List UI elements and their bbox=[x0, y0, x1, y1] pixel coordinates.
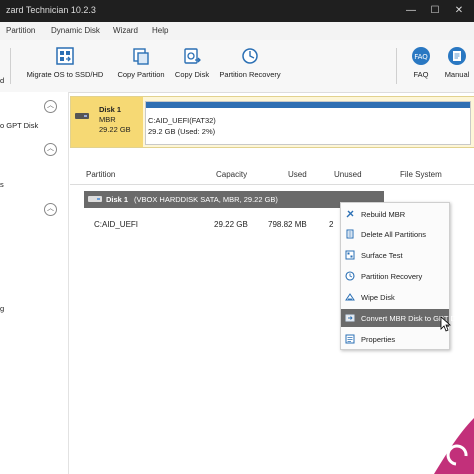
disk-map-partition[interactable]: C:AID_UEFI(FAT32) 29.2 GB (Used: 2%) bbox=[145, 101, 471, 145]
hard-disk-icon bbox=[88, 196, 102, 202]
toolbar: d Migrate OS to SSD/HD Copy Partition Co… bbox=[0, 40, 474, 93]
partition-usage-bar bbox=[146, 102, 470, 108]
menu-item-convert-mbr-to-gpt[interactable]: Convert MBR Disk to GPT Disk bbox=[341, 309, 465, 327]
menu-dynamic-disk[interactable]: Dynamic Disk bbox=[51, 26, 100, 35]
partition-recovery-label: Partition Recovery bbox=[219, 70, 281, 79]
copy-partition-label: Copy Partition bbox=[117, 70, 165, 79]
rebuild-mbr-icon bbox=[346, 210, 354, 218]
delete-partitions-icon bbox=[346, 229, 354, 239]
column-header-used[interactable]: Used bbox=[288, 170, 307, 179]
menu-wizard[interactable]: Wizard bbox=[113, 26, 138, 35]
migrate-os-button[interactable]: Migrate OS to SSD/HD bbox=[22, 46, 108, 88]
menu-partition[interactable]: Partition bbox=[6, 26, 35, 35]
column-header-file-system[interactable]: File System bbox=[400, 170, 442, 179]
sidebar: ︿ o GPT Disk ︿ s ︿ g bbox=[0, 92, 69, 474]
menu-item-label: Surface Test bbox=[361, 251, 403, 260]
disk-map-disk-info[interactable]: Disk 1 MBR 29.22 GB bbox=[71, 97, 143, 147]
menu-item-properties[interactable]: Properties bbox=[341, 330, 449, 348]
mouse-cursor-icon bbox=[440, 316, 452, 332]
manual-label: Manual bbox=[444, 70, 470, 79]
migrate-os-icon bbox=[56, 47, 74, 65]
row-capacity: 29.22 GB bbox=[214, 220, 248, 229]
menu-item-partition-recovery[interactable]: Partition Recovery bbox=[341, 267, 449, 285]
row-used: 798.82 MB bbox=[268, 220, 307, 229]
copy-disk-icon bbox=[184, 48, 201, 64]
menu-item-label: Partition Recovery bbox=[361, 272, 423, 281]
svg-text:FAQ: FAQ bbox=[414, 53, 428, 61]
menu-bar: Partition Dynamic Disk Wizard Help bbox=[0, 22, 474, 41]
column-header-partition[interactable]: Partition bbox=[86, 170, 115, 179]
header-divider bbox=[70, 184, 474, 185]
menu-item-wipe-disk[interactable]: Wipe Disk bbox=[341, 288, 449, 306]
copy-partition-icon bbox=[133, 48, 149, 65]
disk-map-partition-detail: 29.2 GB (Used: 2%) bbox=[148, 127, 216, 136]
faq-label: FAQ bbox=[413, 70, 429, 79]
convert-disk-icon bbox=[345, 314, 355, 322]
column-header-capacity[interactable]: Capacity bbox=[216, 170, 247, 179]
faq-button[interactable]: FAQ FAQ bbox=[404, 46, 438, 88]
disk-map-partition-label: C:AID_UEFI(FAT32) bbox=[148, 116, 216, 125]
collapse-chevron-icon[interactable]: ︿ bbox=[44, 100, 57, 113]
copy-partition-button[interactable]: Copy Partition bbox=[112, 46, 170, 88]
close-button[interactable]: ✕ bbox=[450, 2, 468, 20]
partition-recovery-icon bbox=[242, 48, 258, 64]
column-header-unused[interactable]: Unused bbox=[334, 170, 362, 179]
corner-logo-icon bbox=[434, 418, 474, 474]
window-title: zard Technician 10.2.3 bbox=[6, 5, 96, 15]
menu-item-rebuild-mbr[interactable]: Rebuild MBR bbox=[341, 205, 449, 223]
sidebar-fragment-s: s bbox=[0, 180, 4, 189]
disk-map[interactable]: Disk 1 MBR 29.22 GB C:AID_UEFI(FAT32) 29… bbox=[70, 96, 474, 148]
properties-icon bbox=[345, 334, 355, 344]
toolbar-divider bbox=[10, 48, 11, 84]
menu-item-label: Rebuild MBR bbox=[361, 210, 406, 219]
disk-row-name: Disk 1 bbox=[106, 195, 129, 204]
copy-disk-button[interactable]: Copy Disk bbox=[172, 46, 212, 88]
faq-icon: FAQ bbox=[412, 47, 430, 65]
maximize-button[interactable]: ☐ bbox=[426, 2, 444, 20]
menu-item-label: Properties bbox=[361, 335, 396, 344]
sidebar-item-convert-gpt[interactable]: o GPT Disk bbox=[0, 121, 38, 130]
menu-help[interactable]: Help bbox=[152, 26, 168, 35]
title-bar: zard Technician 10.2.3 — ☐ ✕ bbox=[0, 0, 474, 22]
minimize-button[interactable]: — bbox=[402, 2, 420, 20]
manual-button[interactable]: Manual bbox=[440, 46, 474, 88]
menu-item-label: Wipe Disk bbox=[361, 293, 395, 302]
disk-map-type: MBR bbox=[99, 115, 116, 124]
sidebar-fragment-g: g bbox=[0, 304, 5, 313]
surface-test-icon bbox=[345, 250, 355, 260]
hard-disk-icon bbox=[75, 113, 89, 119]
collapse-chevron-icon-2[interactable]: ︿ bbox=[44, 143, 57, 156]
menu-item-surface-test[interactable]: Surface Test bbox=[341, 246, 449, 264]
context-menu: Rebuild MBR Delete All Partitions Surfac… bbox=[340, 202, 465, 350]
disk-map-name: Disk 1 bbox=[99, 105, 122, 114]
row-partition: C:AID_UEFI bbox=[94, 220, 139, 229]
wipe-disk-icon bbox=[345, 293, 355, 301]
menu-item-label: Delete All Partitions bbox=[361, 230, 427, 239]
menu-item-delete-all-partitions[interactable]: Delete All Partitions bbox=[341, 225, 449, 243]
disk-row-desc: (VBOX HARDDISK SATA, MBR, 29.22 GB) bbox=[134, 195, 278, 204]
toolbar-divider-2 bbox=[396, 48, 397, 84]
manual-icon bbox=[448, 47, 466, 65]
partition-recovery-button[interactable]: Partition Recovery bbox=[214, 46, 286, 88]
collapse-chevron-icon-3[interactable]: ︿ bbox=[44, 203, 57, 216]
partition-recovery-icon bbox=[345, 271, 355, 281]
disk-row[interactable]: Disk 1 (VBOX HARDDISK SATA, MBR, 29.22 G… bbox=[84, 191, 384, 208]
copy-disk-label: Copy Disk bbox=[174, 70, 210, 79]
migrate-os-label: Migrate OS to SSD/HD bbox=[26, 70, 104, 79]
toolbar-fragment: d bbox=[0, 76, 5, 85]
disk-map-size: 29.22 GB bbox=[99, 125, 131, 134]
row-unused: 2 bbox=[329, 220, 334, 229]
